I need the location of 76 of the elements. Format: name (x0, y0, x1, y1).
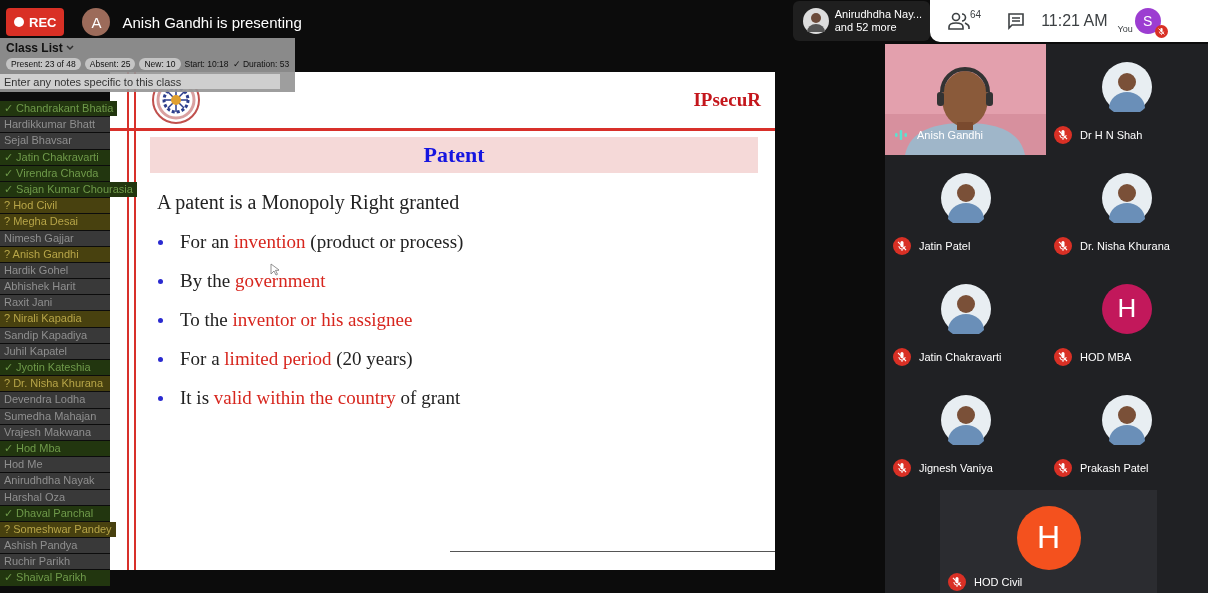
participants-pill[interactable]: Anirudhdha Nay... and 52 more (792, 1, 930, 41)
student-row[interactable]: ✓ Hod Mba (0, 440, 110, 457)
participant-name: HOD MBA (1080, 351, 1132, 363)
panel-title: Class List (6, 40, 63, 55)
participant-name: Anish Gandhi (917, 129, 984, 141)
student-row[interactable]: ? Hod Civil (0, 198, 110, 214)
student-row[interactable]: Sumedha Mahajan (0, 408, 110, 424)
participant-name: HOD Civil (974, 576, 1023, 588)
avatar: S (1134, 8, 1161, 34)
student-row[interactable]: ✓ Shaival Parikh (0, 570, 110, 586)
bullet-icon (158, 317, 163, 323)
avatar: A (82, 8, 111, 36)
brand-name: IPsecuR (693, 89, 761, 111)
slide-text: A patent is a Monopoly Right granted (157, 191, 461, 214)
student-row[interactable]: ✓ Chandrakant Bhatia (0, 101, 118, 117)
bullet-text: To the inventor or his assignee (180, 309, 413, 331)
student-row[interactable]: ? Nirali Kapadia (0, 311, 110, 327)
participant-name: Prakash Patel (1080, 462, 1149, 474)
duration-label: ✓ Duration: 53 (232, 58, 290, 69)
avatar: H (1016, 505, 1081, 570)
people-icon[interactable] (948, 12, 970, 30)
student-row[interactable]: Devendra Lodha (0, 392, 110, 408)
student-row[interactable]: ✓ Dhaval Panchal (0, 505, 110, 521)
avatar: H (1102, 283, 1152, 334)
student-row[interactable]: Ruchir Parikh (0, 554, 110, 570)
bullet-text: For an invention (product or process) (180, 231, 464, 253)
record-dot-icon (14, 17, 24, 27)
student-row[interactable]: Anirudhdha Nayak (0, 473, 110, 489)
bullet-text: By the government (180, 270, 326, 292)
student-row[interactable]: ? Megha Desai (0, 214, 110, 230)
participant-count: 64 (970, 9, 982, 20)
student-row[interactable]: Raxit Jani (0, 295, 110, 311)
bullet-icon (158, 239, 163, 245)
student-row[interactable]: Hardik Gohel (0, 262, 110, 279)
bullet-text: For a limited period (20 years) (180, 348, 413, 370)
start-time: Start: 10:18 (184, 58, 229, 69)
recording-label: REC (29, 14, 57, 30)
participant-name: Dr. Nisha Khurana (1080, 240, 1170, 252)
slide-title: Patent (423, 142, 485, 168)
chat-icon[interactable] (1007, 12, 1026, 30)
status-chip: Absent: 25 (84, 57, 136, 70)
chevron-down-icon[interactable] (65, 44, 74, 51)
student-row[interactable]: Sejal Bhavsar (0, 133, 110, 149)
bullet-text: It is valid within the country of grant (180, 387, 461, 409)
student-row[interactable]: Hod Me (0, 457, 110, 473)
status-chip: New: 10 (139, 57, 181, 70)
student-row[interactable]: ✓ Jyotin Kateshia (0, 360, 110, 376)
bullet-icon (158, 395, 163, 401)
bullet-icon (158, 278, 163, 284)
cursor-icon (270, 263, 279, 276)
participant-more: and 52 more (834, 21, 898, 34)
student-row[interactable]: ✓ Jatin Chakravarti (0, 149, 110, 165)
student-row[interactable]: Vrajesh Makwana (0, 424, 110, 440)
participant-name: Dr H N Shah (1080, 129, 1143, 141)
student-row[interactable]: ? Dr. Nisha Khurana (0, 376, 110, 392)
student-row[interactable]: Hardikkumar Bhatt (0, 117, 110, 133)
student-row[interactable]: Abhishek Harit (0, 279, 110, 295)
student-row[interactable]: ? Someshwar Pandey (0, 521, 116, 538)
student-row[interactable]: ? Anish Gandhi (0, 246, 110, 262)
student-row[interactable]: Juhil Kapatel (0, 343, 110, 359)
student-row[interactable]: Sandip Kapadiya (0, 327, 110, 343)
bullet-icon (158, 356, 163, 362)
student-row[interactable]: ✓ Sajan Kumar Chourasia (0, 181, 137, 198)
participant-name: Jignesh Vaniya (919, 462, 993, 474)
student-row[interactable]: ✓ Virendra Chavda (0, 165, 110, 181)
participant-name: Jatin Patel (919, 240, 971, 252)
you-label: You (1117, 24, 1133, 34)
student-row[interactable]: Ashish Pandya (0, 538, 110, 554)
participant-name: Anirudhdha Nay... (834, 8, 922, 21)
notes-field[interactable]: Enter any notes specific to this class (0, 74, 280, 89)
student-row[interactable]: Harshal Oza (0, 489, 110, 505)
status-chip: Present: 23 of 48 (6, 57, 81, 70)
participant-name: Jatin Chakravarti (919, 351, 1002, 363)
clock-time: 11:21 AM (1041, 12, 1108, 30)
student-row[interactable]: Nimesh Gajjar (0, 230, 110, 246)
presenter-label: Anish Gandhi is presenting (122, 13, 302, 31)
